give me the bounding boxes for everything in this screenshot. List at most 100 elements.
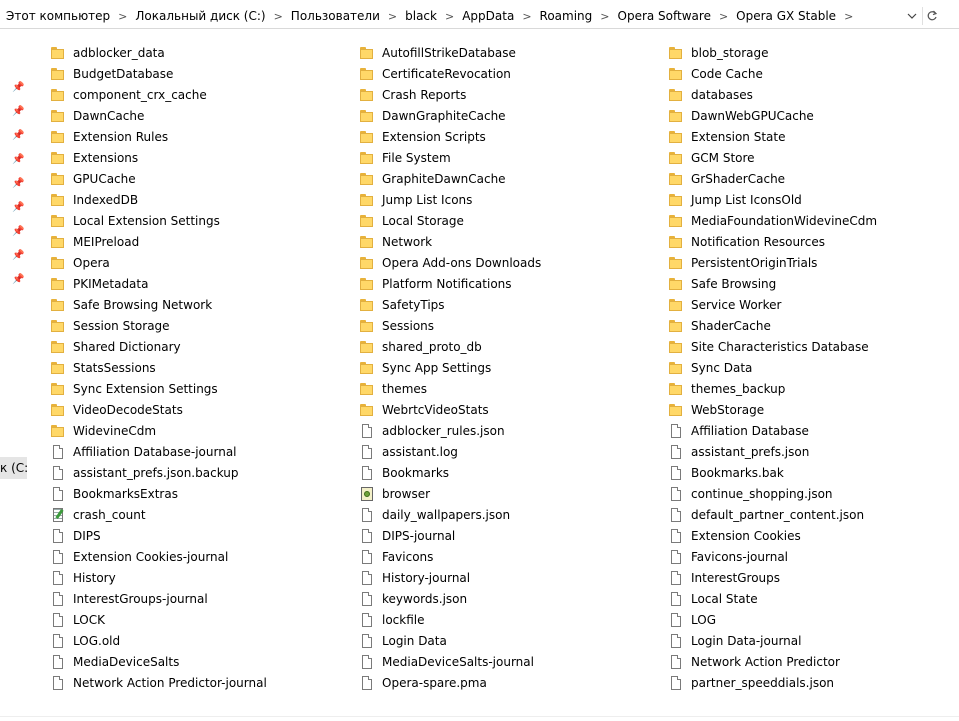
folder-item[interactable]: Extension Scripts bbox=[353, 126, 653, 147]
nav-item-local-disk[interactable]: к (C:) bbox=[0, 457, 27, 479]
folder-item[interactable]: ShaderCache bbox=[662, 315, 959, 336]
folder-item[interactable]: BudgetDatabase bbox=[44, 63, 344, 84]
breadcrumb-roaming[interactable]: Roaming bbox=[536, 6, 597, 26]
folder-item[interactable]: File System bbox=[353, 147, 653, 168]
breadcrumb-appdata[interactable]: AppData bbox=[458, 6, 518, 26]
file-item[interactable]: default_partner_content.json bbox=[662, 504, 959, 525]
folder-item[interactable]: Service Worker bbox=[662, 294, 959, 315]
chevron-right-icon[interactable]: > bbox=[114, 10, 131, 23]
refresh-icon[interactable] bbox=[922, 7, 941, 25]
file-item[interactable]: assistant_prefs.json.backup bbox=[44, 462, 344, 483]
folder-item[interactable]: Local Storage bbox=[353, 210, 653, 231]
folder-item[interactable]: WidevineCdm bbox=[44, 420, 344, 441]
folder-item[interactable]: Code Cache bbox=[662, 63, 959, 84]
file-item[interactable]: Bookmarks bbox=[353, 462, 653, 483]
folder-item[interactable]: SafetyTips bbox=[353, 294, 653, 315]
folder-item[interactable]: Opera Add-ons Downloads bbox=[353, 252, 653, 273]
folder-item[interactable]: GPUCache bbox=[44, 168, 344, 189]
folder-item[interactable]: AutofillStrikeDatabase bbox=[353, 42, 653, 63]
folder-item[interactable]: DawnCache bbox=[44, 105, 344, 126]
file-item[interactable]: daily_wallpapers.json bbox=[353, 504, 653, 525]
file-item[interactable]: BookmarksExtras bbox=[44, 483, 344, 504]
folder-item[interactable]: Jump List IconsOld bbox=[662, 189, 959, 210]
folder-item[interactable]: component_crx_cache bbox=[44, 84, 344, 105]
file-item[interactable]: partner_speeddials.json bbox=[662, 672, 959, 693]
breadcrumb-local-disk[interactable]: Локальный диск (C:) bbox=[131, 6, 269, 26]
folder-item[interactable]: Local Extension Settings bbox=[44, 210, 344, 231]
folder-item[interactable]: themes_backup bbox=[662, 378, 959, 399]
file-item[interactable]: Extension Cookies bbox=[662, 525, 959, 546]
folder-item[interactable]: Sync Extension Settings bbox=[44, 378, 344, 399]
file-item[interactable]: MediaDeviceSalts bbox=[44, 651, 344, 672]
file-item[interactable]: Network Action Predictor bbox=[662, 651, 959, 672]
file-item[interactable]: lockfile bbox=[353, 609, 653, 630]
folder-item[interactable]: Extension State bbox=[662, 126, 959, 147]
folder-item[interactable]: adblocker_data bbox=[44, 42, 344, 63]
folder-item[interactable]: Network bbox=[353, 231, 653, 252]
folder-item[interactable]: WebStorage bbox=[662, 399, 959, 420]
chevron-right-icon[interactable]: > bbox=[441, 10, 458, 23]
breadcrumb-user[interactable]: black bbox=[401, 6, 441, 26]
folder-item[interactable]: Safe Browsing bbox=[662, 273, 959, 294]
folder-item[interactable]: DawnGraphiteCache bbox=[353, 105, 653, 126]
file-item[interactable]: adblocker_rules.json bbox=[353, 420, 653, 441]
file-item[interactable]: InterestGroups-journal bbox=[44, 588, 344, 609]
file-item[interactable]: assistant.log bbox=[353, 441, 653, 462]
folder-item[interactable]: Notification Resources bbox=[662, 231, 959, 252]
folder-item[interactable]: shared_proto_db bbox=[353, 336, 653, 357]
folder-item[interactable]: Jump List Icons bbox=[353, 189, 653, 210]
file-item[interactable]: Opera-spare.pma bbox=[353, 672, 653, 693]
folder-item[interactable]: DawnWebGPUCache bbox=[662, 105, 959, 126]
folder-item[interactable]: CertificateRevocation bbox=[353, 63, 653, 84]
folder-item[interactable]: MEIPreload bbox=[44, 231, 344, 252]
file-item[interactable]: DIPS bbox=[44, 525, 344, 546]
chevron-down-icon[interactable] bbox=[904, 8, 920, 24]
breadcrumb-this-pc[interactable]: Этот компьютер bbox=[2, 6, 114, 26]
file-item[interactable]: continue_shopping.json bbox=[662, 483, 959, 504]
folder-item[interactable]: PKIMetadata bbox=[44, 273, 344, 294]
file-item[interactable]: browser bbox=[353, 483, 653, 504]
folder-item[interactable]: GraphiteDawnCache bbox=[353, 168, 653, 189]
folder-item[interactable]: Sync Data bbox=[662, 357, 959, 378]
chevron-right-icon[interactable]: > bbox=[518, 10, 535, 23]
chevron-right-icon[interactable]: > bbox=[840, 10, 857, 23]
folder-item[interactable]: themes bbox=[353, 378, 653, 399]
file-item[interactable]: keywords.json bbox=[353, 588, 653, 609]
folder-item[interactable]: VideoDecodeStats bbox=[44, 399, 344, 420]
file-item[interactable]: LOCK bbox=[44, 609, 344, 630]
file-item[interactable]: Extension Cookies-journal bbox=[44, 546, 344, 567]
file-item[interactable]: assistant_prefs.json bbox=[662, 441, 959, 462]
folder-item[interactable]: Site Characteristics Database bbox=[662, 336, 959, 357]
folder-item[interactable]: Safe Browsing Network bbox=[44, 294, 344, 315]
file-item[interactable]: Login Data bbox=[353, 630, 653, 651]
breadcrumb-users[interactable]: Пользователи bbox=[287, 6, 384, 26]
file-item[interactable]: History bbox=[44, 567, 344, 588]
file-item[interactable]: LOG bbox=[662, 609, 959, 630]
folder-item[interactable]: Session Storage bbox=[44, 315, 344, 336]
file-item[interactable]: Affiliation Database bbox=[662, 420, 959, 441]
folder-item[interactable]: MediaFoundationWidevineCdm bbox=[662, 210, 959, 231]
chevron-right-icon[interactable]: > bbox=[270, 10, 287, 23]
file-item[interactable]: Affiliation Database-journal bbox=[44, 441, 344, 462]
folder-item[interactable]: IndexedDB bbox=[44, 189, 344, 210]
folder-item[interactable]: databases bbox=[662, 84, 959, 105]
folder-item[interactable]: Platform Notifications bbox=[353, 273, 653, 294]
folder-item[interactable]: blob_storage bbox=[662, 42, 959, 63]
file-item[interactable]: Local State bbox=[662, 588, 959, 609]
file-item[interactable]: Favicons-journal bbox=[662, 546, 959, 567]
folder-item[interactable]: Sessions bbox=[353, 315, 653, 336]
file-item[interactable]: Favicons bbox=[353, 546, 653, 567]
chevron-right-icon[interactable]: > bbox=[384, 10, 401, 23]
folder-item[interactable]: PersistentOriginTrials bbox=[662, 252, 959, 273]
breadcrumb-opera-gx-stable[interactable]: Opera GX Stable bbox=[732, 6, 840, 26]
folder-item[interactable]: Opera bbox=[44, 252, 344, 273]
file-item[interactable]: InterestGroups bbox=[662, 567, 959, 588]
folder-item[interactable]: Extension Rules bbox=[44, 126, 344, 147]
folder-item[interactable]: GCM Store bbox=[662, 147, 959, 168]
folder-item[interactable]: GrShaderCache bbox=[662, 168, 959, 189]
folder-item[interactable]: Crash Reports bbox=[353, 84, 653, 105]
chevron-right-icon[interactable]: > bbox=[596, 10, 613, 23]
folder-item[interactable]: WebrtcVideoStats bbox=[353, 399, 653, 420]
file-item[interactable]: crash_count bbox=[44, 504, 344, 525]
folder-item[interactable]: StatsSessions bbox=[44, 357, 344, 378]
